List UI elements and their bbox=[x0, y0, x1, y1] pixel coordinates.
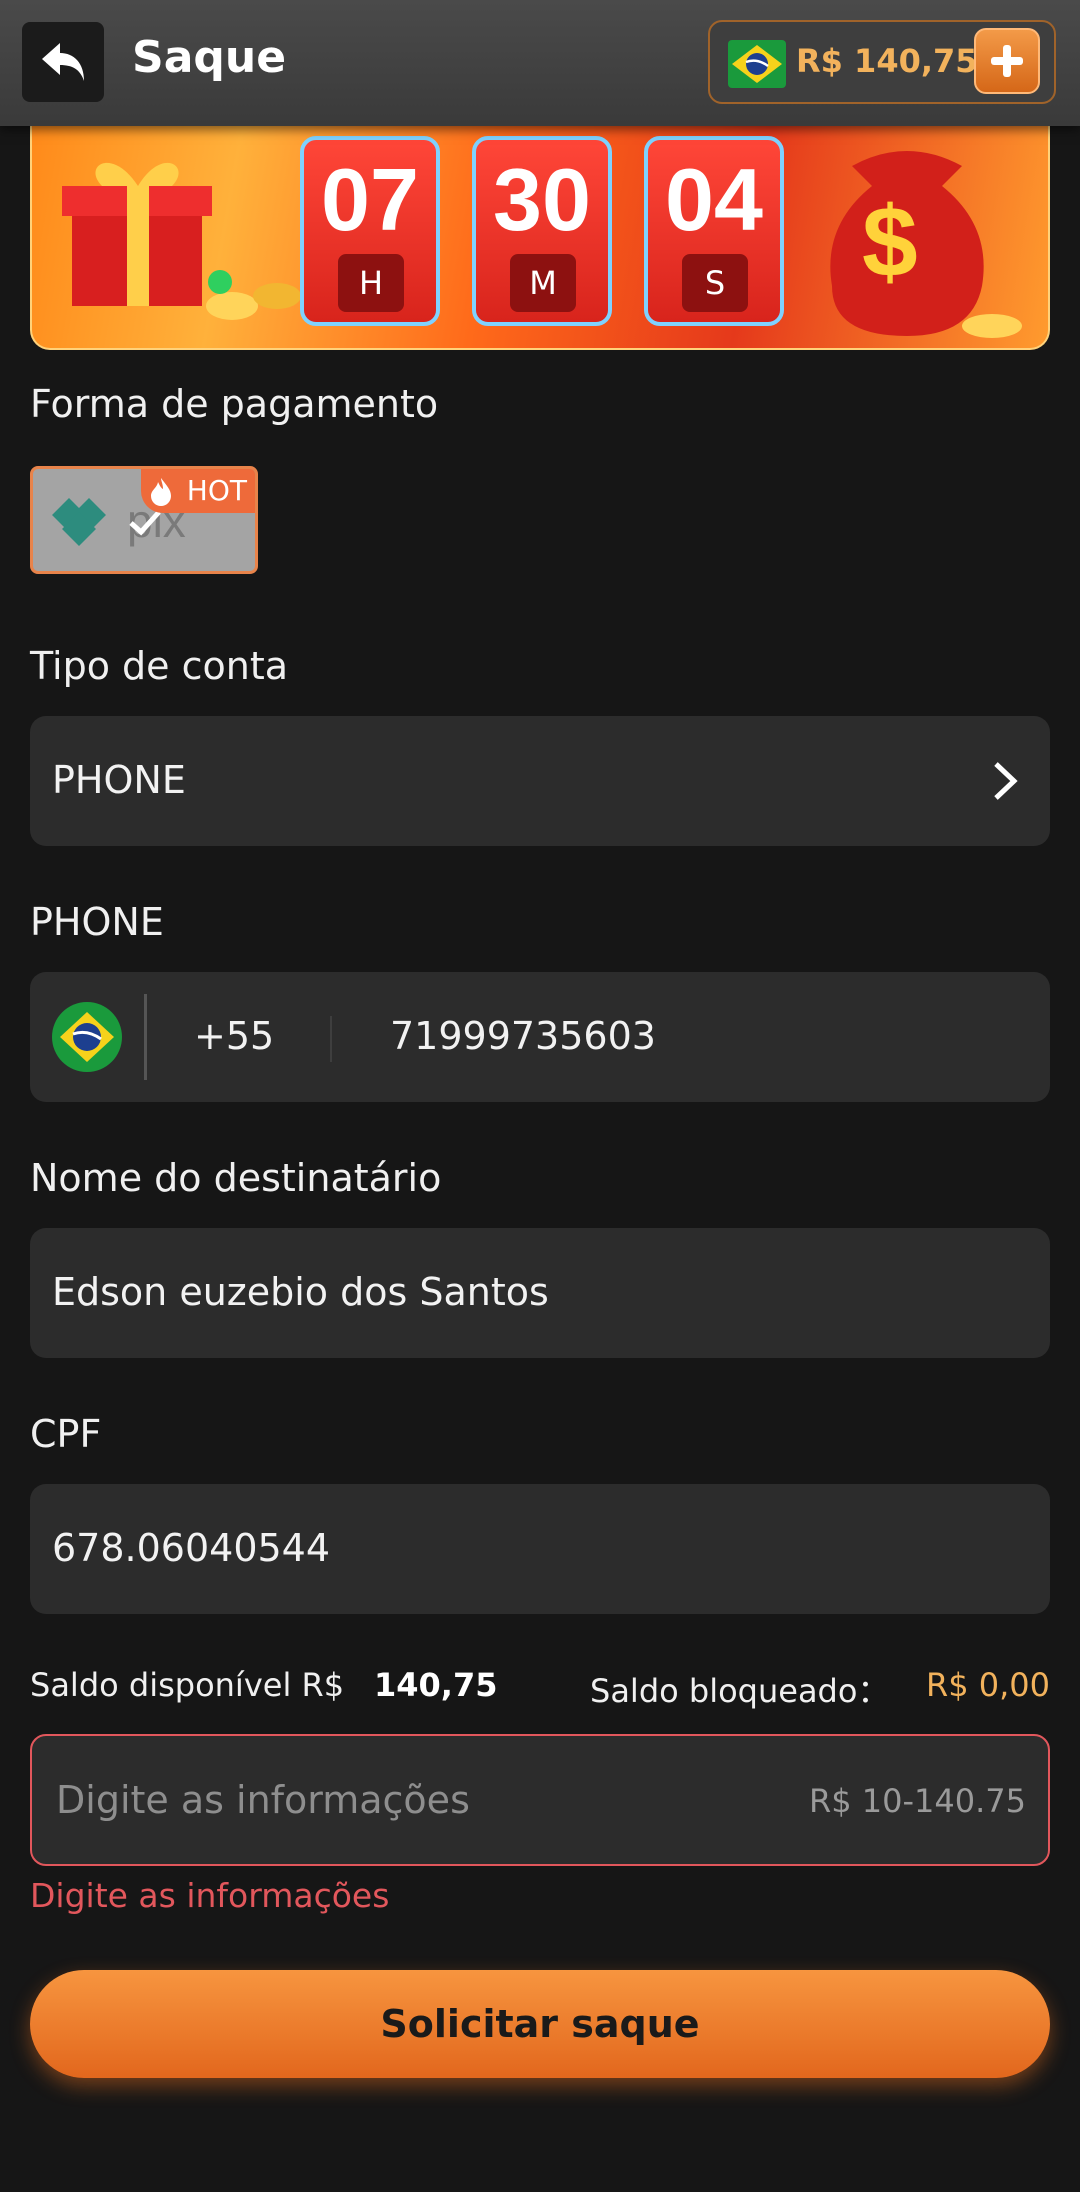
hours-unit: H bbox=[338, 254, 404, 312]
payment-option-pix[interactable]: pix HOT bbox=[30, 466, 258, 574]
recipient-name-label: Nome do destinatário bbox=[30, 1156, 442, 1200]
gift-box-icon bbox=[62, 162, 212, 306]
brazil-flag-icon bbox=[728, 40, 786, 88]
divider bbox=[330, 1016, 332, 1062]
recipient-name-input[interactable]: Edson euzebio dos Santos bbox=[30, 1228, 1050, 1358]
balance-amount: R$ 140,75 bbox=[796, 42, 978, 80]
balance-pill[interactable]: R$ 140,75 bbox=[708, 20, 1056, 104]
available-balance-label: Saldo disponível R$ bbox=[30, 1666, 345, 1704]
account-type-select[interactable]: PHONE bbox=[30, 716, 1050, 846]
balance-summary: Saldo disponível R$ 140,75 Saldo bloquea… bbox=[30, 1666, 1050, 1716]
countdown-hours: 07 H bbox=[300, 136, 440, 326]
chevron-right-icon bbox=[994, 762, 1018, 800]
payment-method-label: Forma de pagamento bbox=[30, 382, 439, 426]
back-button[interactable] bbox=[22, 22, 104, 102]
hot-badge-label: HOT bbox=[186, 474, 247, 507]
minutes-unit: M bbox=[510, 254, 576, 312]
countdown-minutes: 30 M bbox=[472, 136, 612, 326]
flame-icon bbox=[151, 478, 171, 506]
hours-value: 07 bbox=[321, 150, 419, 249]
seconds-unit: S bbox=[682, 254, 748, 312]
account-type-label: Tipo de conta bbox=[30, 644, 289, 688]
phone-field[interactable]: +55 71999735603 bbox=[30, 972, 1050, 1102]
blocked-balance-value: R$ 0,00 bbox=[925, 1666, 1050, 1704]
back-arrow-icon bbox=[42, 43, 84, 81]
countdown-seconds: 04 S bbox=[644, 136, 784, 326]
amount-range: R$ 10-140.75 bbox=[809, 1782, 1026, 1820]
page-title: Saque bbox=[132, 32, 287, 83]
divider bbox=[144, 994, 147, 1080]
cpf-input[interactable]: 678.06040544 bbox=[30, 1484, 1050, 1614]
seconds-value: 04 bbox=[665, 150, 763, 249]
plus-icon bbox=[991, 45, 1023, 77]
available-balance-value: 140,75 bbox=[374, 1666, 498, 1704]
recipient-name-value: Edson euzebio dos Santos bbox=[52, 1270, 549, 1314]
phone-number-input[interactable]: 71999735603 bbox=[390, 1014, 656, 1058]
coins-icon bbox=[206, 270, 301, 320]
hot-badge: HOT bbox=[141, 469, 255, 513]
blocked-balance-label: Saldo bloqueado： bbox=[590, 1672, 890, 1710]
cpf-value: 678.06040544 bbox=[52, 1526, 331, 1570]
amount-placeholder: Digite as informações bbox=[56, 1778, 470, 1822]
svg-text:$: $ bbox=[862, 186, 918, 298]
minutes-value: 30 bbox=[493, 150, 591, 249]
account-type-value: PHONE bbox=[52, 758, 186, 802]
brazil-flag-icon bbox=[52, 1002, 122, 1072]
request-withdrawal-button[interactable]: Solicitar saque bbox=[30, 1970, 1050, 2078]
withdraw-amount-input[interactable]: Digite as informações R$ 10-140.75 bbox=[30, 1734, 1050, 1866]
money-bag-icon: $ bbox=[830, 151, 1022, 338]
top-bar: Saque R$ 140,75 bbox=[0, 0, 1080, 126]
deposit-button[interactable] bbox=[974, 28, 1040, 94]
country-code[interactable]: +55 bbox=[194, 1014, 274, 1058]
phone-label: PHONE bbox=[30, 900, 164, 944]
amount-error-message: Digite as informações bbox=[30, 1876, 390, 1915]
cpf-label: CPF bbox=[30, 1412, 102, 1456]
promo-countdown-banner[interactable]: $ 07 H 30 M 04 S bbox=[30, 126, 1050, 350]
